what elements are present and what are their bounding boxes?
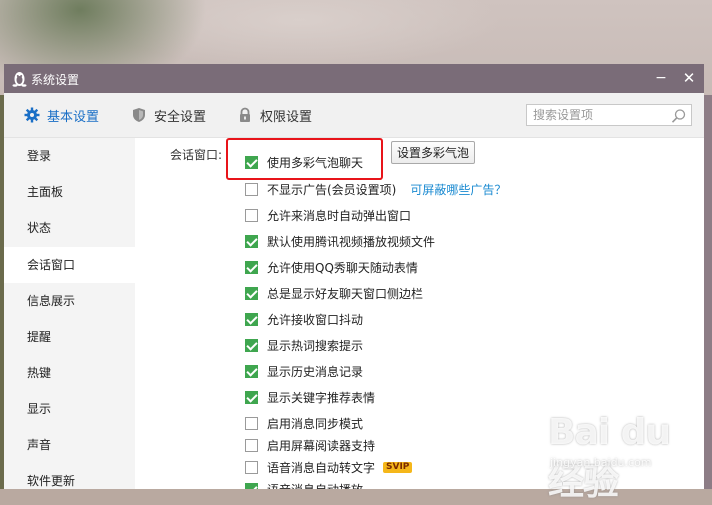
title-bar[interactable]: 系统设置 − ✕ bbox=[4, 64, 704, 93]
option-label: 启用消息同步模式 bbox=[267, 416, 364, 431]
desktop-edge-right bbox=[704, 95, 712, 489]
tab-security-settings[interactable]: 安全设置 bbox=[131, 93, 206, 137]
search-input[interactable] bbox=[533, 107, 668, 123]
option-label: 默认使用腾讯视频播放视频文件 bbox=[267, 234, 436, 249]
close-button[interactable]: ✕ bbox=[678, 68, 700, 88]
option-keyword-emoji[interactable]: 显示关键字推荐表情 bbox=[245, 387, 375, 407]
option-label: 语音消息自动转文字 bbox=[267, 460, 376, 475]
set-colorful-bubble-button[interactable]: 设置多彩气泡 bbox=[391, 141, 475, 164]
option-label: 允许接收窗口抖动 bbox=[267, 312, 364, 327]
option-message-sync[interactable]: 启用消息同步模式 bbox=[245, 413, 363, 433]
sidebar-item-hotkeys[interactable]: 热键 bbox=[4, 355, 135, 391]
sidebar-item-login[interactable]: 登录 bbox=[4, 138, 135, 174]
option-voice-to-text[interactable]: 语音消息自动转文字 SVIP bbox=[245, 457, 413, 477]
option-sidebar[interactable]: 总是显示好友聊天窗口侧边栏 bbox=[245, 283, 423, 303]
checkbox[interactable] bbox=[245, 260, 258, 274]
checkbox[interactable] bbox=[245, 390, 258, 404]
sidebar-item-sound[interactable]: 声音 bbox=[4, 427, 135, 463]
baidu-watermark: Bai du 经验 jingyan.baidu.com bbox=[548, 412, 698, 503]
checkbox[interactable] bbox=[245, 438, 258, 452]
option-label: 显示历史消息记录 bbox=[267, 364, 364, 379]
search-box[interactable] bbox=[526, 104, 692, 126]
checkbox[interactable] bbox=[245, 286, 258, 300]
checkbox[interactable] bbox=[245, 460, 258, 474]
option-label: 语音消息自动播放 bbox=[267, 481, 363, 490]
sidebar-item-chat-window[interactable]: 会话窗口 bbox=[4, 247, 135, 283]
sidebar: 登录 主面板 状态 会话窗口 信息展示 提醒 热键 显示 声音 软件更新 bbox=[4, 138, 135, 489]
checkbox[interactable] bbox=[245, 338, 258, 352]
window-title: 系统设置 bbox=[31, 73, 80, 87]
lock-icon bbox=[240, 107, 250, 122]
sidebar-item-reminder[interactable]: 提醒 bbox=[4, 319, 135, 355]
minimize-button[interactable]: − bbox=[650, 68, 672, 88]
checkbox[interactable] bbox=[245, 182, 258, 196]
blockable-ads-link[interactable]: 可屏蔽哪些广告？ bbox=[410, 181, 506, 198]
option-history[interactable]: 显示历史消息记录 bbox=[245, 361, 363, 381]
tab-security-label: 安全设置 bbox=[154, 109, 207, 125]
option-label: 总是显示好友聊天窗口侧边栏 bbox=[267, 286, 424, 301]
checkbox[interactable] bbox=[245, 482, 258, 489]
tab-permission-settings[interactable]: 权限设置 bbox=[237, 93, 312, 137]
option-tencent-video[interactable]: 默认使用腾讯视频播放视频文件 bbox=[245, 231, 435, 251]
option-qq-show[interactable]: 允许使用QQ秀聊天随动表情 bbox=[245, 257, 418, 277]
option-hot-words[interactable]: 显示热词搜索提示 bbox=[245, 335, 363, 355]
checkbox[interactable] bbox=[245, 416, 258, 430]
tab-bar: 基本设置 安全设置 权限设置 bbox=[4, 93, 704, 138]
tab-permission-label: 权限设置 bbox=[260, 109, 313, 125]
sidebar-item-info-display[interactable]: 信息展示 bbox=[4, 283, 135, 319]
option-label: 显示关键字推荐表情 bbox=[267, 390, 376, 405]
option-screen-reader[interactable]: 启用屏幕阅读器支持 bbox=[245, 435, 375, 455]
option-label: 允许使用QQ秀聊天随动表情 bbox=[267, 260, 418, 275]
checkbox[interactable] bbox=[245, 234, 258, 248]
option-hide-ads[interactable]: 不显示广告(会员设置项) 可屏蔽哪些广告？ bbox=[245, 179, 506, 199]
tab-basic-label: 基本设置 bbox=[47, 109, 100, 125]
checkbox[interactable] bbox=[245, 312, 258, 326]
search-icon[interactable] bbox=[671, 108, 687, 124]
svip-badge: SVIP bbox=[383, 461, 413, 473]
sidebar-item-status[interactable]: 状态 bbox=[4, 210, 135, 246]
tab-basic-settings[interactable]: 基本设置 bbox=[24, 93, 99, 137]
section-label: 会话窗口: bbox=[170, 148, 223, 162]
option-label: 启用屏幕阅读器支持 bbox=[267, 438, 376, 453]
checkbox[interactable] bbox=[245, 208, 258, 222]
sidebar-item-main-panel[interactable]: 主面板 bbox=[4, 174, 135, 210]
shield-icon bbox=[133, 108, 145, 122]
option-label: 不显示广告(会员设置项) bbox=[267, 182, 397, 197]
option-auto-popup[interactable]: 允许来消息时自动弹出窗口 bbox=[245, 205, 411, 225]
option-label: 显示热词搜索提示 bbox=[267, 338, 364, 353]
sidebar-item-software-update[interactable]: 软件更新 bbox=[4, 463, 135, 489]
sidebar-item-display[interactable]: 显示 bbox=[4, 391, 135, 427]
qq-penguin-icon bbox=[12, 72, 27, 87]
option-window-shake[interactable]: 允许接收窗口抖动 bbox=[245, 309, 363, 329]
gear-icon bbox=[24, 107, 40, 123]
watermark-url: jingyan.baidu.com bbox=[550, 456, 652, 469]
checkbox[interactable] bbox=[245, 364, 258, 378]
option-label: 允许来消息时自动弹出窗口 bbox=[267, 208, 412, 223]
annotation-highlight-box bbox=[226, 138, 383, 180]
option-voice-autoplay[interactable]: 语音消息自动播放 bbox=[245, 479, 363, 489]
